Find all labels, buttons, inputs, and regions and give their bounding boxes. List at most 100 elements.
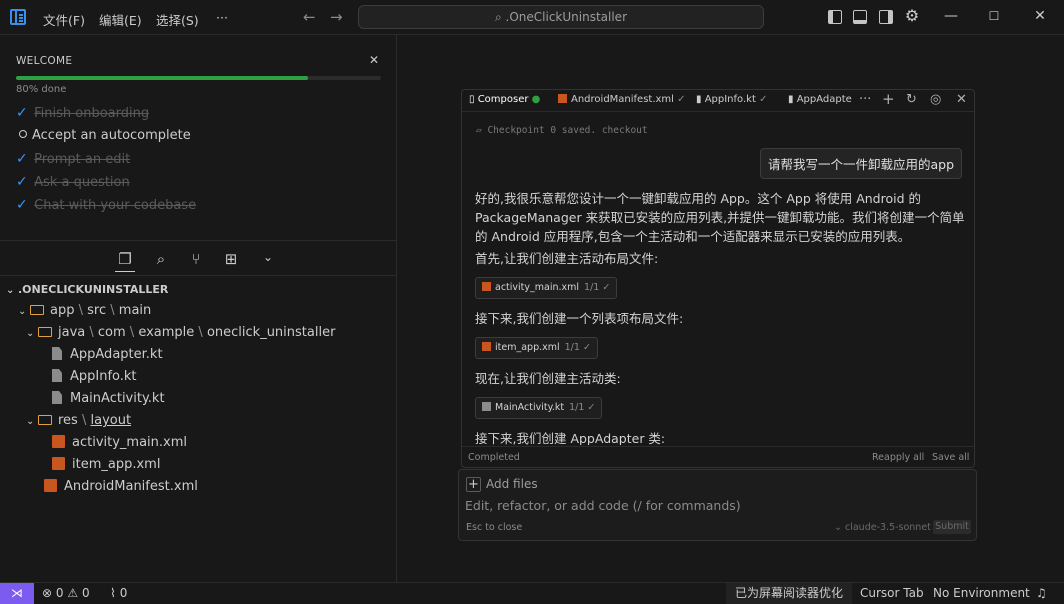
extensions-icon[interactable]: ⊞ — [221, 250, 241, 272]
tab-composer[interactable]: ▯ Composer ● — [469, 94, 540, 105]
notifications-bell-icon[interactable]: ♫ — [1036, 586, 1047, 600]
explorer-root[interactable]: ⌄ .ONECLICKUNINSTALLER — [6, 283, 168, 296]
assistant-step: 首先,让我们创建主活动布局文件: — [475, 251, 659, 266]
tab-appadapter[interactable]: ▮ AppAdapte — [788, 94, 852, 105]
tree-file[interactable]: MainActivity.kt — [52, 391, 165, 411]
environment-status[interactable]: No Environment — [933, 586, 1030, 600]
esc-hint: Esc to close — [466, 522, 523, 533]
tree-folder-app[interactable]: ⌄ app \ src \ main — [18, 303, 151, 323]
assistant-step: 接下来,我们创建一个列表项布局文件: — [475, 311, 684, 326]
menu-file[interactable]: 文件(F) — [43, 10, 85, 29]
save-all-button[interactable]: Save all — [932, 452, 969, 463]
close-window-icon[interactable]: ✕ — [1032, 8, 1048, 24]
more-icon[interactable]: ··· — [859, 92, 871, 107]
source-control-icon[interactable]: ⑂ — [186, 250, 206, 272]
explorer-files-icon[interactable]: ❐ — [115, 250, 135, 272]
chevron-down-icon: ⌄ — [26, 328, 35, 339]
xml-file-icon — [52, 457, 65, 470]
composer-input[interactable] — [465, 498, 970, 513]
minimize-icon[interactable]: — — [943, 8, 959, 24]
checklist-item[interactable]: ✓ Finish onboarding — [16, 105, 149, 125]
menu-selection[interactable]: 选择(S) — [156, 10, 199, 29]
reapply-all-button[interactable]: Reapply all — [872, 452, 924, 463]
chevron-down-icon[interactable]: ⌄ — [258, 250, 278, 272]
close-icon[interactable]: ✕ — [956, 92, 967, 107]
onboarding-progress — [16, 76, 381, 80]
checklist-item[interactable]: ✓ Chat with your codebase — [16, 197, 196, 217]
command-center-search[interactable]: ⌕ .OneClickUninstaller — [358, 5, 764, 29]
forward-arrow-icon[interactable]: → — [330, 8, 343, 26]
chevron-down-icon: ⌄ — [26, 416, 35, 427]
file-chip[interactable]: MainActivity.kt 1/1 ✓ — [475, 397, 603, 419]
checklist-item[interactable]: ✓ Prompt an edit — [16, 151, 130, 171]
assistant-intro: 好的,我很乐意帮您设计一个一键卸载应用的 App。这个 App 将使用 Andr… — [475, 191, 965, 244]
composer-icon: ▯ — [469, 94, 478, 105]
tab-androidmanifest[interactable]: AndroidManifest.xml ✓ — [558, 94, 686, 105]
composer-panel: ▯ Composer ● AndroidManifest.xml ✓ ▮ App… — [461, 89, 975, 468]
tree-file[interactable]: AndroidManifest.xml — [44, 479, 198, 499]
search-icon[interactable]: ⌕ — [151, 250, 171, 272]
welcome-close-icon[interactable]: ✕ — [369, 53, 379, 67]
history-icon[interactable]: ◎ — [930, 92, 941, 107]
submit-button[interactable]: Submit — [933, 520, 971, 534]
plus-icon[interactable]: + — [882, 90, 895, 108]
check-icon: ✓ — [16, 197, 28, 213]
xml-file-icon — [44, 479, 57, 492]
progress-text: 80% done — [16, 84, 67, 95]
tree-file[interactable]: item_app.xml — [52, 457, 160, 477]
maximize-icon[interactable]: ☐ — [986, 9, 1002, 23]
menu-edit[interactable]: 编辑(E) — [99, 10, 142, 29]
xml-file-icon — [482, 342, 491, 351]
tab-appinfo[interactable]: ▮ AppInfo.kt ✓ — [696, 94, 767, 105]
ports-indicator[interactable]: ⌇ 0 — [110, 586, 127, 600]
file-chip[interactable]: item_app.xml 1/1 ✓ — [475, 337, 598, 359]
error-icon: ⊗ — [42, 586, 53, 600]
sidebar-divider — [0, 275, 397, 276]
check-icon: ✓ — [602, 282, 611, 293]
composer-status: Completed — [468, 452, 520, 463]
toggle-primary-sidebar-icon[interactable] — [828, 10, 842, 24]
title-bar: 文件(F) 编辑(E) 选择(S) ··· ← → ⌕ .OneClickUni… — [0, 0, 1064, 35]
tree-file[interactable]: activity_main.xml — [52, 435, 187, 455]
file-chip[interactable]: activity_main.xml 1/1 ✓ — [475, 277, 618, 299]
menu-more[interactable]: ··· — [216, 10, 228, 25]
tree-folder-java[interactable]: ⌄ java \ com \ example \ oneclick_uninsta… — [26, 325, 335, 345]
check-icon: ✓ — [16, 105, 28, 121]
welcome-title: WELCOME — [16, 55, 73, 67]
status-bar: ⋊ ⊗ 0 ⚠ 0 ⌇ 0 已为屏幕阅读器优化 Cursor Tab No En… — [0, 582, 1064, 604]
checklist-item[interactable]: ✓ Ask a question — [16, 174, 130, 194]
add-files-button[interactable]: + Add files — [466, 477, 538, 492]
remote-indicator-icon[interactable]: ⋊ — [0, 583, 34, 604]
kotlin-file-icon — [52, 347, 62, 360]
search-text: .OneClickUninstaller — [505, 10, 627, 24]
cursor-tab-status[interactable]: Cursor Tab — [860, 586, 924, 600]
sidebar-divider — [0, 240, 397, 241]
checkpoint-note[interactable]: ▱ Checkpoint 0 saved. checkout — [476, 125, 648, 136]
chevron-down-icon: ⌄ — [18, 306, 27, 317]
back-arrow-icon[interactable]: ← — [303, 8, 316, 26]
model-selector[interactable]: ⌄ claude-3.5-sonnet — [834, 522, 931, 533]
chevron-down-icon: ⌄ — [6, 285, 15, 296]
search-icon: ⌕ — [494, 10, 506, 24]
problems-indicator[interactable]: ⊗ 0 ⚠ 0 — [42, 586, 90, 600]
onboarding-progress-fill — [16, 76, 308, 80]
user-message: 请帮我写一个一件卸载应用的app — [759, 148, 962, 179]
xml-file-icon — [482, 282, 491, 291]
composer-footer: Completed Reapply all Save all — [462, 446, 974, 468]
checklist-item[interactable]: Accept an autocomplete — [16, 128, 191, 148]
settings-gear-icon[interactable]: ⚙ — [904, 6, 920, 25]
check-icon: ✓ — [587, 402, 596, 413]
tree-file[interactable]: AppAdapter.kt — [52, 347, 163, 367]
assistant-step: 现在,让我们创建主活动类: — [475, 371, 621, 386]
screen-reader-mode[interactable]: 已为屏幕阅读器优化 — [726, 583, 853, 604]
warning-icon: ⚠ — [67, 586, 79, 600]
plus-icon: + — [466, 477, 481, 492]
kotlin-file-icon — [482, 402, 491, 411]
toggle-secondary-sidebar-icon[interactable] — [879, 10, 893, 24]
chevron-down-icon: ⌄ — [834, 522, 845, 533]
refresh-icon[interactable]: ↻ — [906, 92, 917, 107]
toggle-panel-icon[interactable] — [853, 10, 867, 24]
app-logo-icon — [10, 9, 26, 25]
tree-folder-res[interactable]: ⌄ res \ layout — [26, 413, 131, 433]
tree-file[interactable]: AppInfo.kt — [52, 369, 137, 389]
